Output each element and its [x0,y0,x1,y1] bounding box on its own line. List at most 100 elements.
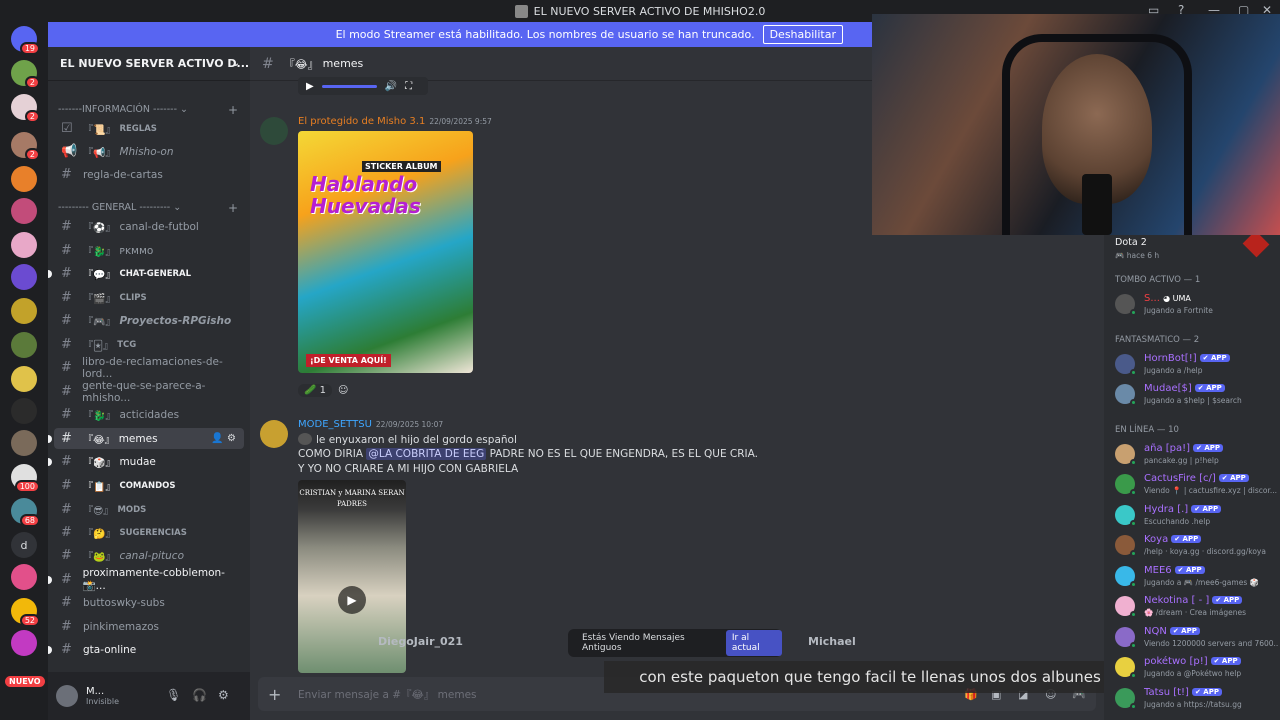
channel-libro-de-reclamaciones[interactable]: # libro-de-reclamaciones-de-lord... [54,356,244,380]
channel-mods[interactable]: # 『😎』 MODS [54,499,244,520]
channel-chat-general[interactable]: # 『💬』 CHAT-GENERAL [48,263,244,284]
webcam-overlay [872,14,1280,235]
member-item[interactable]: NQN ✔ APP Viendo 1200000 servers and 7600.… [1115,624,1279,652]
channel-acticidades[interactable]: # 『🐉』 acticidades [54,404,244,425]
microphone-icon[interactable]: 🎙 [166,688,181,702]
channel-mudae[interactable]: # 『🎲』 mudae [48,451,244,472]
channel-gta-online[interactable]: # gta-online [48,639,244,660]
gear-icon[interactable]: ⚙ [227,433,236,444]
server-icon[interactable] [11,398,37,424]
member-item[interactable]: S... ◕ UMA Jugando a Fortnite [1115,291,1275,319]
channel-reglas[interactable]: ☑ 『📜』 REGLAS [54,118,244,139]
server-icon-letter[interactable]: d [11,532,37,558]
channel-pkmmo[interactable]: # 『🐉』 ᴘᴋᴍᴍᴏ [54,240,244,261]
online-status [1130,581,1137,588]
member-item[interactable]: pokétwo [p!] ✔ APP Jugando a @Pokétwo help [1115,654,1275,682]
online-status [1130,520,1137,527]
home-button[interactable]: 19 [11,26,40,55]
server-icon[interactable] [11,166,37,192]
category-informacion[interactable]: -------INFORMACIÓN ------- ⌄ + [58,103,238,117]
channel-proyectos-rpgisho[interactable]: # 『🎮』 Proyectos-RPGisho [54,310,244,331]
category-general[interactable]: --------- GENERAL --------- ⌄ + [58,201,238,215]
user-mention[interactable]: @LA COBRITA DE EEG [366,448,487,460]
gear-icon[interactable]: ⚙ [218,688,229,702]
channel-emoji: 『🐉』 [83,247,116,258]
member-name: CactusFire [c/] ✔ APP [1144,473,1249,484]
add-channel-icon[interactable]: + [228,201,238,215]
channel-canal-de-futbol[interactable]: # 『⚽』 canal-de-futbol [54,216,244,237]
sticker-album-image[interactable]: STICKER ALBUM Hablando Huevadas ¡DE VENT… [298,131,473,373]
play-icon[interactable]: ▶ [306,81,314,92]
server-icon[interactable] [11,264,37,290]
add-channel-icon[interactable]: + [228,103,238,117]
member-item[interactable]: CactusFire [c/] ✔ APP Viendo 📍 | cactusfir… [1115,471,1277,499]
member-item[interactable]: Mudae[$] ✔ APP Jugando a $help | $search [1115,381,1275,409]
headphones-icon[interactable]: 🎧 [192,688,207,702]
reply-avatar [298,433,312,445]
server-icon[interactable]: 100 [11,464,40,493]
volume-icon[interactable]: 🔊 [385,81,397,92]
channel-mhisho-on[interactable]: 📢 『📢』 Mhisho-on [54,141,244,162]
channel-sugerencias[interactable]: # 『🤔』 SUGERENCIAS [54,522,244,543]
member-item[interactable]: Tatsu [t!] ✔ APP Jugando a https://tatsu.g… [1115,685,1275,713]
play-icon[interactable]: ▶ [338,586,366,614]
invite-icon[interactable]: 👤 [211,433,223,444]
server-icon[interactable] [11,366,37,392]
channel-regla-de-cartas[interactable]: # regla-de-cartas [54,164,244,185]
member-item[interactable]: HornBot[!] ✔ APP Jugando a /help [1115,351,1275,379]
server-name-header[interactable]: EL NUEVO SERVER ACTIVO D... ⌄ [48,47,250,81]
server-icon[interactable] [11,430,37,456]
server-icon[interactable] [11,232,37,258]
server-icon[interactable] [11,332,37,358]
server-icon[interactable]: 52 [11,598,40,627]
channel-label: canal-de-futbol [119,220,199,233]
message-author[interactable]: El protegido de Misho 3.1 22/09/2025 9:57 [298,116,492,127]
add-reaction-icon[interactable]: ☺ [338,385,348,396]
channel-actions[interactable]: 👤 ⚙ [211,433,236,444]
server-icon[interactable]: 2 [11,132,40,161]
mention-badge: 2 [24,148,40,161]
jump-to-present-button[interactable]: Ir al actual [725,630,782,656]
fullscreen-icon[interactable]: ⛶ [405,81,412,92]
member-item[interactable]: Nekotina [ - ] ✔ APP 🌸 /dream · Crea imáge… [1115,593,1275,621]
member-item[interactable]: aña [pa!] ✔ APP pancake.gg | p!help [1115,441,1275,469]
announcement-icon: 📢 [61,144,78,159]
member-activity: Jugando a @Pokétwo help [1144,669,1242,678]
channel-label: SUGERENCIAS [119,527,187,538]
channel-clips[interactable]: # 『🎬』 CLIPS [54,287,244,308]
activity-card[interactable]: Dota 2 🎮 hace 6 h [1115,237,1159,260]
server-icon[interactable] [11,564,37,590]
app-badge: ✔ APP [1212,596,1243,604]
audio-player[interactable]: ▶ 🔊 ⛶ [298,77,428,95]
reaction-pickle[interactable]: 🥒 1 [298,383,333,397]
server-icon[interactable] [11,198,37,224]
channel-proximamente-cobblemon[interactable]: # proximamente-cobblemon-📸... [48,567,244,592]
audio-progress[interactable] [321,84,377,88]
member-item[interactable]: Hydra [.] ✔ APP Escuchando .help [1115,502,1275,530]
channel-buttoswky-subs[interactable]: # buttoswky-subs [54,592,244,613]
channel-canal-pituco[interactable]: # 『🐸』 canal-pituco [54,545,244,566]
message-timestamp: 22/09/2025 9:57 [429,117,492,126]
disable-streamer-button[interactable]: Deshabilitar [762,25,843,44]
hash-icon: # [61,337,72,352]
server-icon[interactable] [11,298,37,324]
channel-gente-que-se-parece[interactable]: # gente-que-se-parece-a-mhisho... [54,380,244,404]
member-item[interactable]: MEE6 ✔ APP Jugando a 🎮 /mee6-games 🎲 [1115,563,1275,591]
channel-tcg[interactable]: # 『🃏』 TCG [54,334,244,355]
avatar[interactable] [260,420,288,448]
channel-memes[interactable]: # 『😂』 memes 👤 ⚙ [48,428,244,449]
reply-preview[interactable]: le enyuxaron el hijo del gordo español [298,433,517,446]
channel-pinkimemazos[interactable]: # pinkimemazos [54,616,244,637]
member-item[interactable]: Koya ✔ APP/help · koya.gg · discord.gg/ko… [1115,532,1275,560]
server-icon[interactable] [11,630,37,656]
server-icon[interactable]: 2 [11,94,40,123]
rules-icon: ☑ [61,121,73,136]
avatar[interactable] [56,685,78,707]
mention-badge: 19 [19,42,40,55]
server-icon[interactable]: 2 [11,60,40,89]
message-author[interactable]: MODE_SETTSU 22/09/2025 10:07 [298,419,443,430]
avatar[interactable] [260,117,288,145]
server-icon[interactable]: 68 [11,498,40,527]
channel-comandos[interactable]: # 『📋』 COMANDOS [54,475,244,496]
plus-icon[interactable]: + [268,685,281,704]
